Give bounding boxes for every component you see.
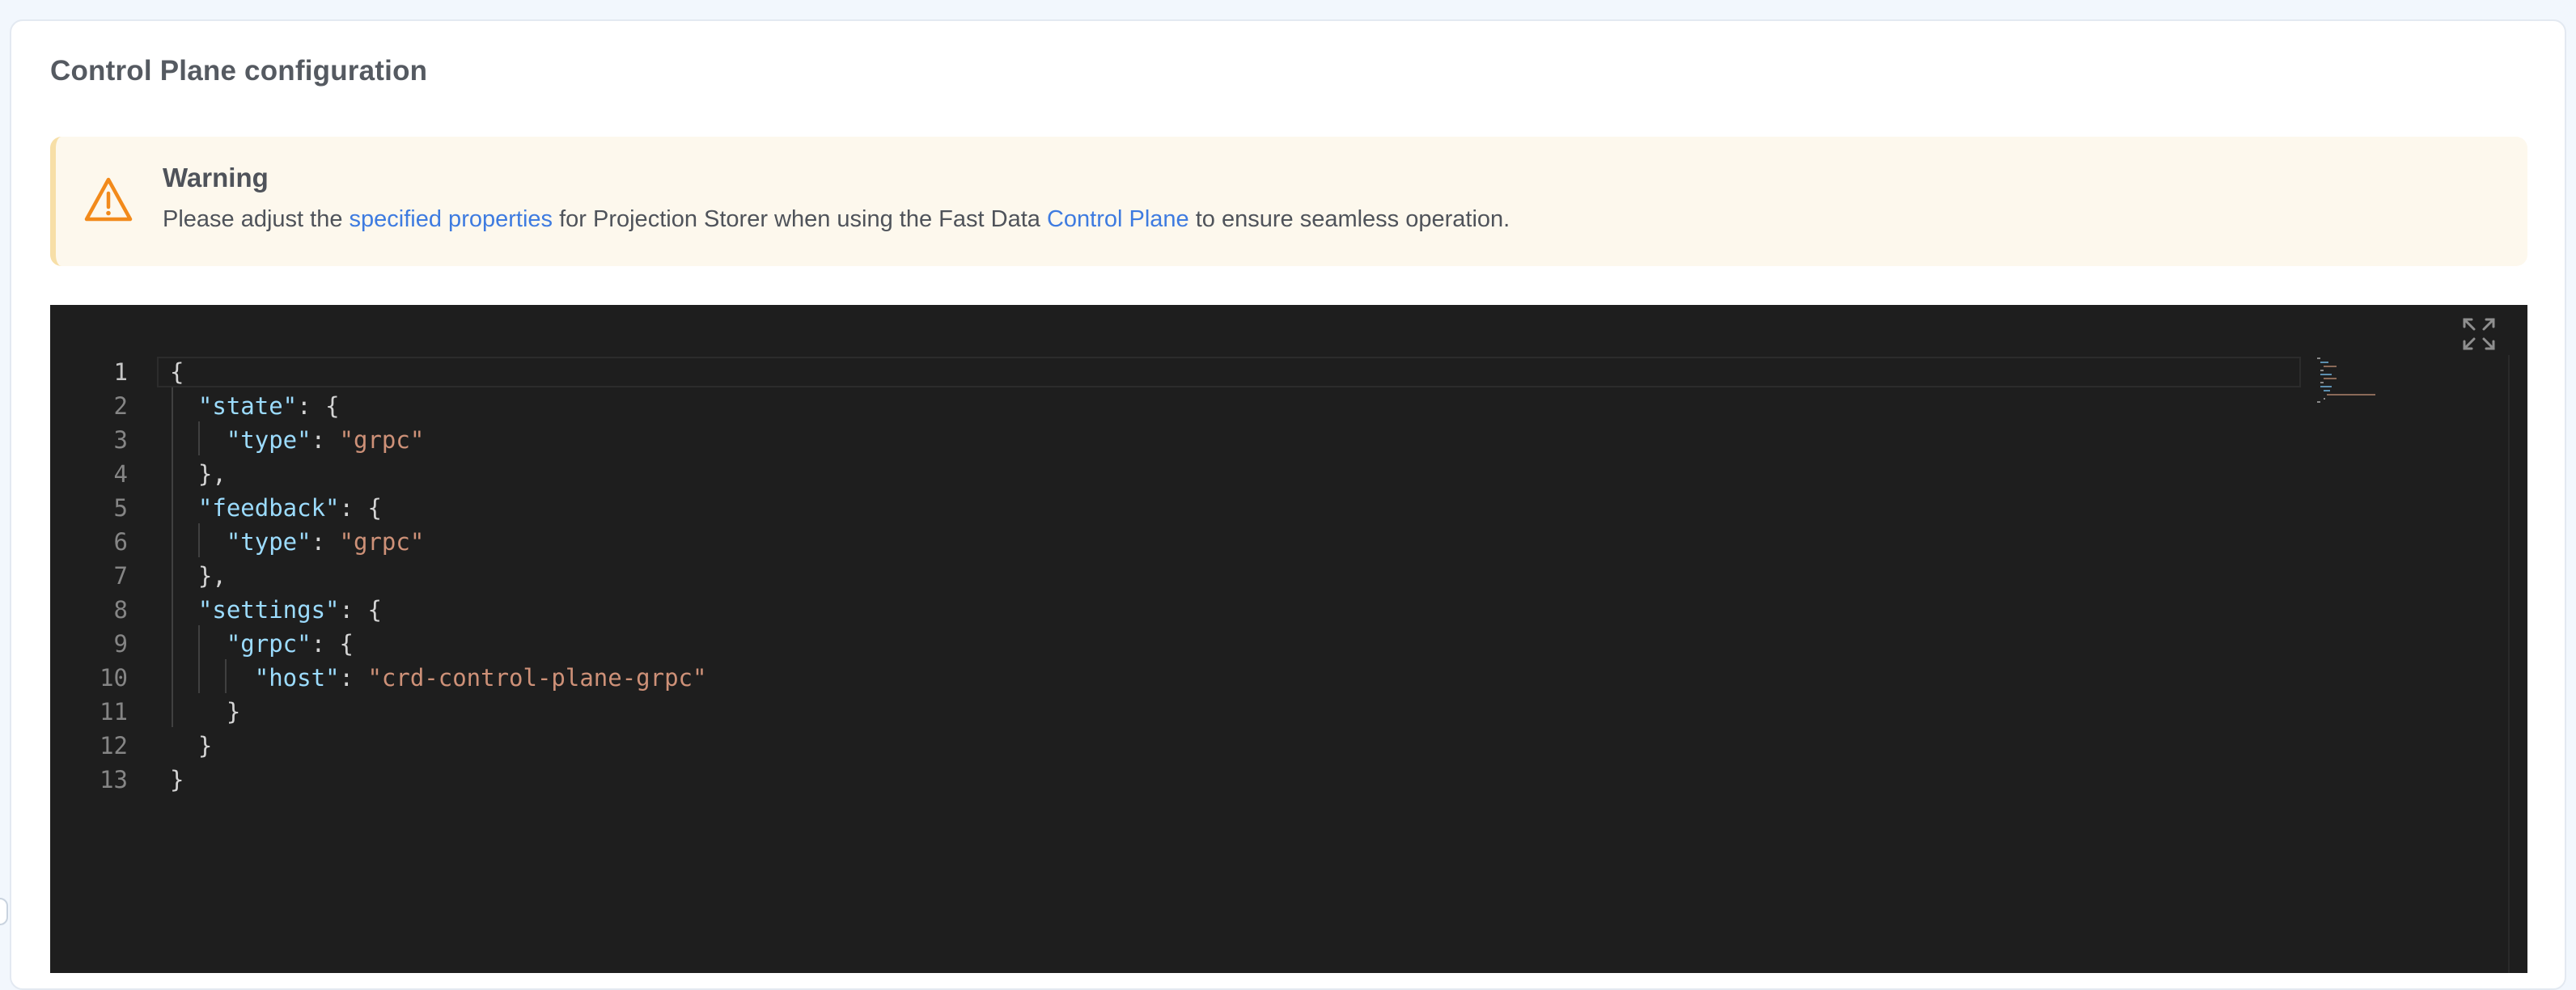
line-number: 6 — [113, 528, 128, 556]
config-card: Control Plane configuration Warning Plea… — [10, 19, 2566, 990]
code-token-tail: { — [367, 494, 382, 522]
line-number: 8 — [113, 596, 128, 624]
code-token-sep: : — [297, 392, 326, 420]
line-number: 1 — [113, 358, 128, 386]
code-token-indent — [170, 460, 198, 488]
code-token-sep: : — [339, 664, 368, 692]
code-text: "type": "grpc" — [170, 423, 424, 457]
code-token-key: "type" — [226, 528, 311, 556]
code-token-sep: : — [339, 596, 368, 624]
code-token-sep: : — [311, 630, 340, 658]
code-text: "state": { — [170, 389, 340, 423]
specified-properties-link[interactable]: specified properties — [350, 206, 553, 232]
code-token-indent — [170, 596, 198, 624]
code-token-tail: { — [170, 358, 184, 386]
code-token-key: "settings" — [197, 596, 340, 624]
code-token-key: "type" — [226, 426, 311, 454]
warning-message: Please adjust the specified properties f… — [163, 206, 1510, 233]
line-number: 3 — [113, 426, 128, 454]
code-text: "feedback": { — [170, 491, 382, 525]
code-token-indent — [170, 562, 198, 590]
code-token-tail: }, — [197, 562, 227, 590]
control-plane-link[interactable]: Control Plane — [1047, 206, 1189, 232]
code-text: } — [170, 763, 184, 797]
code-token-indent — [170, 494, 198, 522]
line-number: 11 — [100, 698, 128, 726]
code-token-key: "host" — [254, 664, 340, 692]
code-token-tail: } — [197, 732, 213, 759]
code-minimap[interactable] — [2317, 355, 2414, 404]
line-number: 9 — [113, 630, 128, 658]
warning-text-part: Please adjust the — [163, 206, 350, 232]
code-token-indent — [170, 732, 198, 759]
code-text: "host": "crd-control-plane-grpc" — [170, 661, 707, 695]
side-handle[interactable] — [0, 898, 8, 925]
code-text: { — [170, 355, 184, 389]
code-token-sep: : — [339, 494, 368, 522]
code-token-value: "crd-control-plane-grpc" — [367, 664, 707, 692]
json-code-editor[interactable]: 1{2 "state": {3 "type": "grpc" 4 }, 5 "fee… — [50, 305, 2527, 973]
code-text: "grpc": { — [170, 627, 354, 661]
code-token-indent — [170, 426, 227, 454]
editor-scrollbar[interactable] — [2508, 355, 2510, 973]
code-token-indent — [170, 698, 227, 726]
code-token-sep: : — [311, 426, 340, 454]
code-token-key: "state" — [197, 392, 298, 420]
code-token-tail: } — [226, 698, 241, 726]
code-text: }, — [170, 559, 227, 593]
code-text: "type": "grpc" — [170, 525, 424, 559]
line-number: 13 — [100, 766, 128, 793]
code-text: } — [170, 695, 240, 729]
warning-text-part: to ensure seamless operation. — [1188, 206, 1510, 232]
code-text: "settings": { — [170, 593, 382, 627]
line-number: 5 — [113, 494, 128, 522]
line-number: 10 — [100, 664, 128, 692]
code-token-value: "grpc" — [339, 426, 425, 454]
code-token-tail: }, — [197, 460, 227, 488]
line-number: 7 — [113, 562, 128, 590]
code-token-tail: } — [170, 766, 184, 793]
line-number: 4 — [113, 460, 128, 488]
code-token-indent — [170, 664, 255, 692]
code-token-key: "feedback" — [197, 494, 340, 522]
warning-text-part: for Projection Storer when using the Fas… — [553, 206, 1047, 232]
code-token-key: "grpc" — [226, 630, 311, 658]
code-token-tail: { — [367, 596, 382, 624]
code-token-tail: { — [339, 630, 354, 658]
code-text: }, — [170, 457, 227, 491]
code-token-indent — [170, 528, 227, 556]
warning-callout: Warning Please adjust the specified prop… — [50, 137, 2527, 266]
section-title: Control Plane configuration — [50, 55, 428, 87]
code-token-indent — [170, 630, 227, 658]
code-token-tail: { — [325, 392, 340, 420]
line-number: 2 — [113, 392, 128, 420]
warning-triangle-icon — [84, 177, 133, 222]
code-token-indent — [170, 392, 198, 420]
code-text: } — [170, 729, 212, 763]
line-number: 12 — [100, 732, 128, 759]
current-line-highlight — [157, 357, 2301, 387]
code-token-value: "grpc" — [339, 528, 425, 556]
warning-title: Warning — [163, 163, 269, 192]
expand-icon[interactable] — [2461, 316, 2497, 352]
code-token-sep: : — [311, 528, 340, 556]
